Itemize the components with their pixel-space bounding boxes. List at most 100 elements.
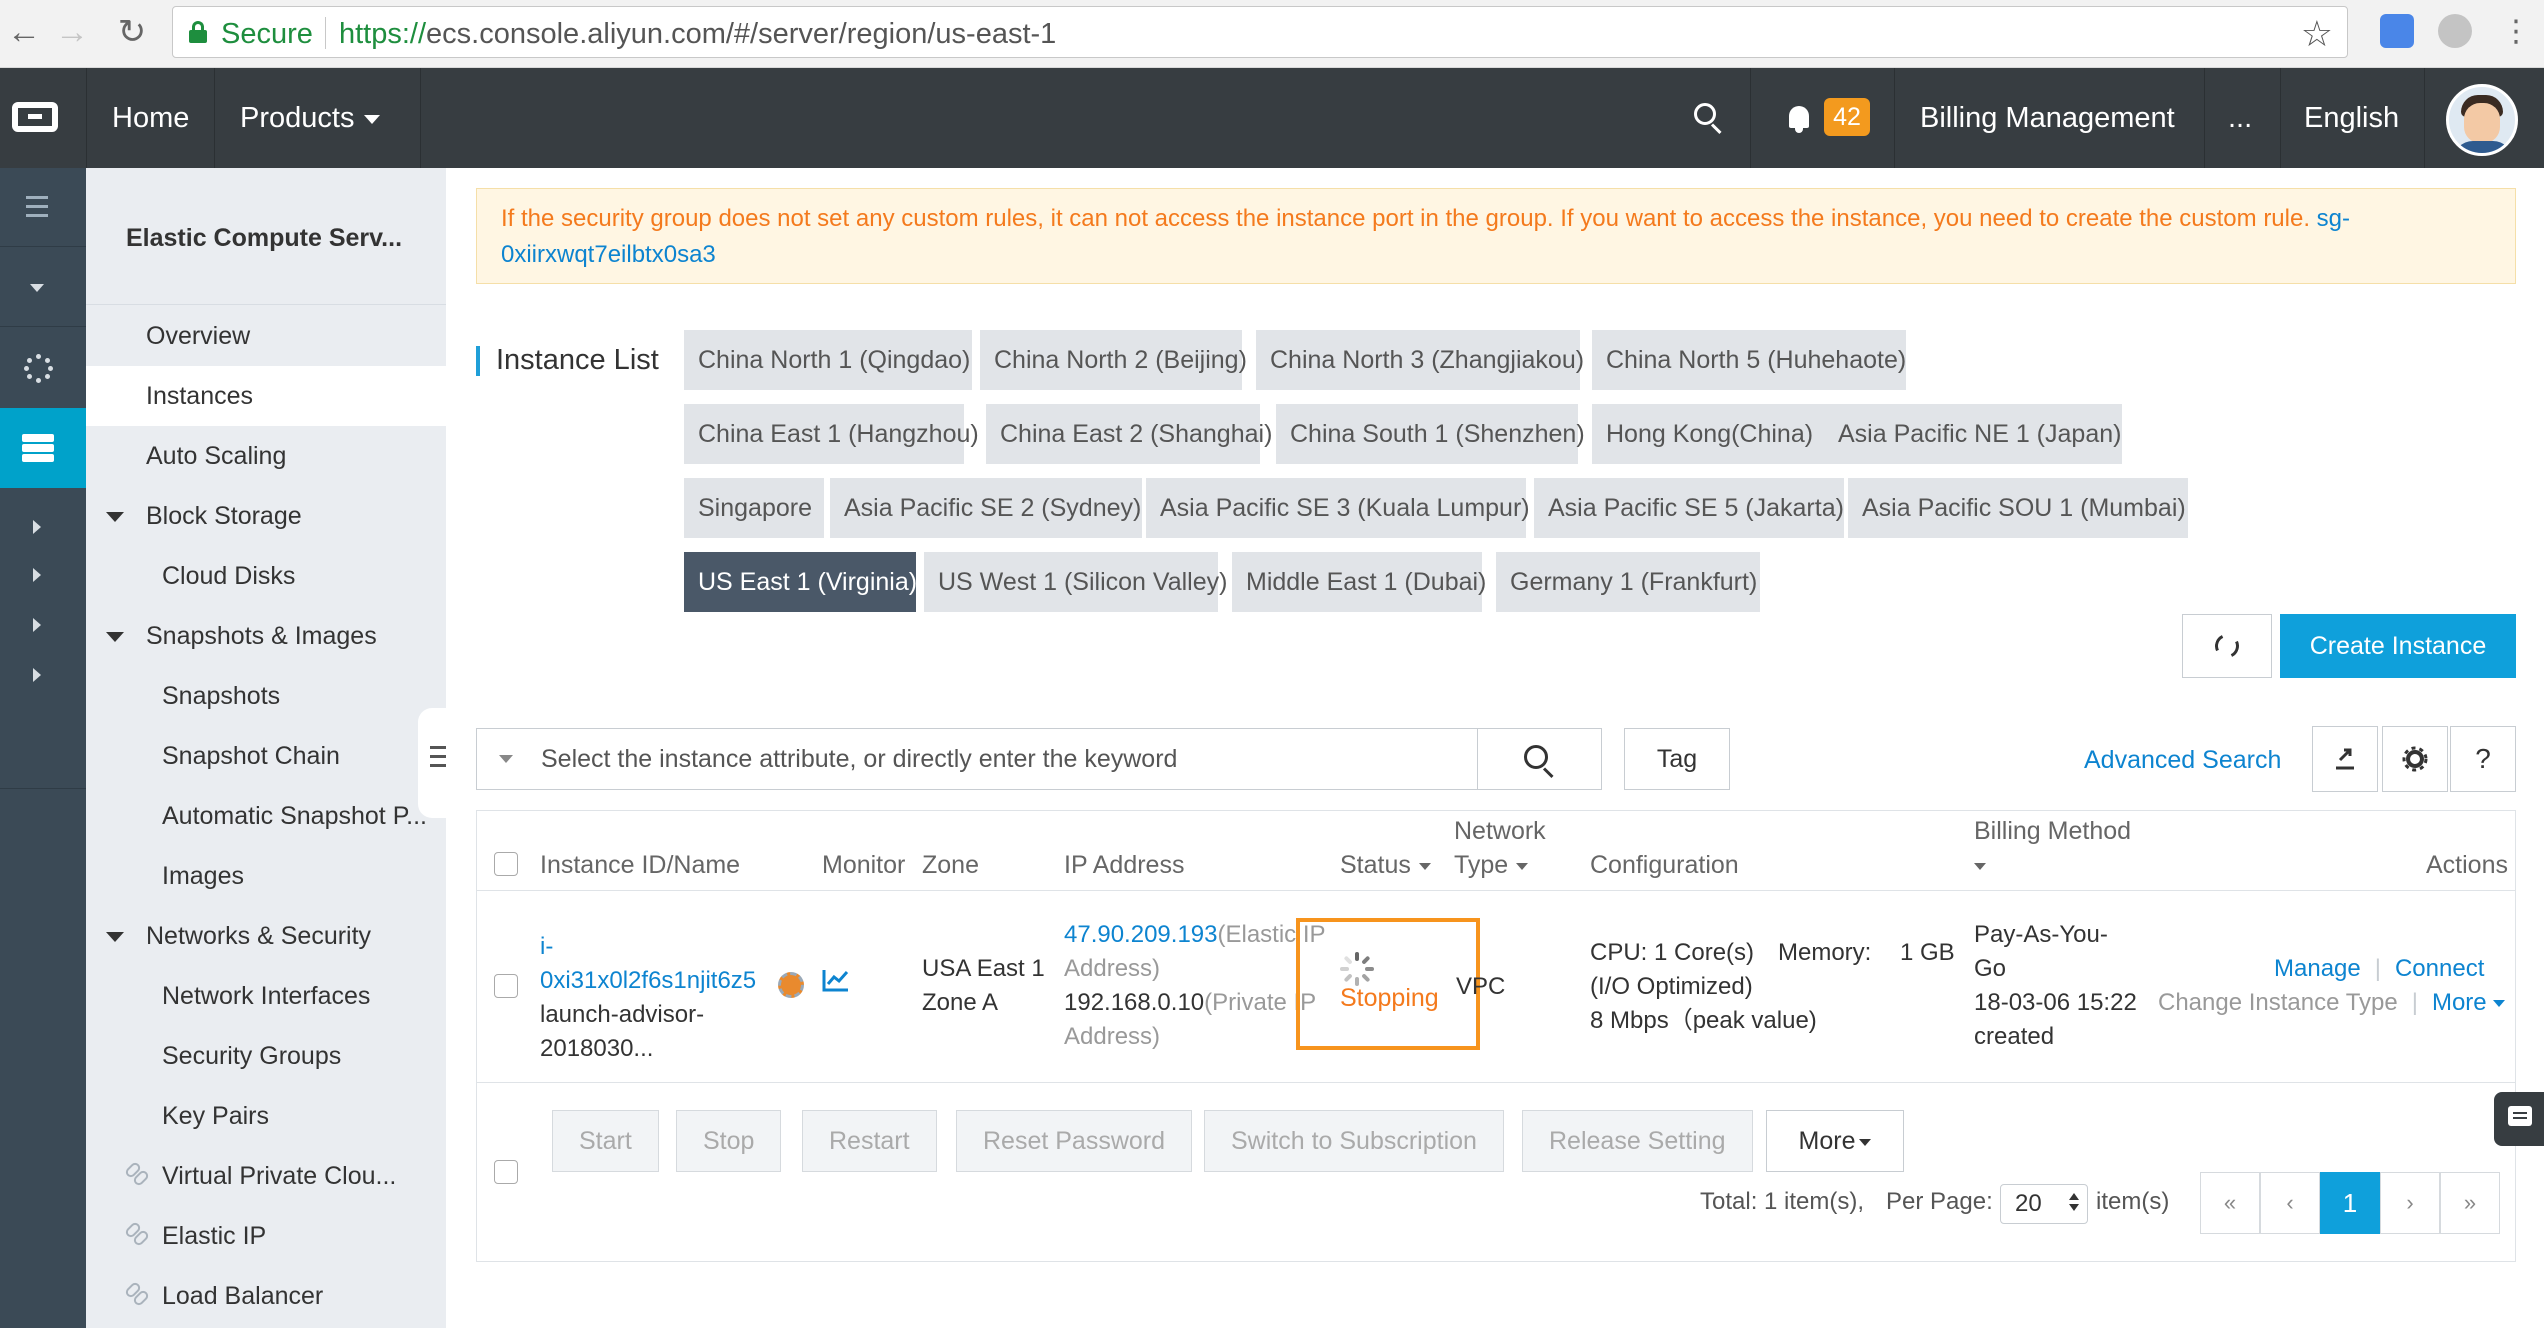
settings-button[interactable]	[2382, 726, 2448, 792]
region-tab-asia-pacific-sou-1[interactable]: Asia Pacific SOU 1 (Mumbai)	[1848, 478, 2188, 538]
gear-icon	[2402, 746, 2428, 772]
sidebar-group-networks-security[interactable]: Networks & Security	[86, 906, 446, 966]
sidebar-item-elastic-ip[interactable]: Elastic IP	[86, 1206, 446, 1266]
release-setting-button[interactable]: Release Setting	[1522, 1110, 1753, 1172]
select-all-checkbox[interactable]	[494, 852, 518, 876]
rail-item-loading[interactable]	[0, 328, 86, 408]
nav-home[interactable]: Home	[112, 68, 189, 168]
rail-item-ecs[interactable]	[0, 408, 86, 488]
row-actions: Manage | Connect	[2274, 955, 2485, 982]
feedback-chat-button[interactable]	[2494, 1092, 2544, 1146]
manage-link[interactable]: Manage	[2274, 955, 2361, 982]
change-instance-type-link[interactable]: Change Instance Type	[2158, 989, 2398, 1016]
sidebar-item-key-pairs[interactable]: Key Pairs	[86, 1086, 446, 1146]
sidebar-item-security-groups[interactable]: Security Groups	[86, 1026, 446, 1086]
monitor-chart-icon[interactable]	[822, 966, 850, 992]
create-instance-button[interactable]: Create Instance	[2280, 614, 2516, 678]
back-arrow-icon[interactable]: ←	[4, 12, 44, 52]
advanced-search-link[interactable]: Advanced Search	[2084, 746, 2281, 775]
sidebar-item-auto-scaling[interactable]: Auto Scaling	[86, 426, 446, 486]
nav-billing-management[interactable]: Billing Management	[1920, 68, 2175, 168]
search-input[interactable]	[541, 729, 1421, 789]
sidebar-item-snapshots[interactable]: Snapshots	[86, 666, 446, 726]
bell-icon[interactable]	[1786, 104, 1812, 134]
sidebar-item-load-balancer[interactable]: Load Balancer	[86, 1266, 446, 1326]
region-tab-china-north-2[interactable]: China North 2 (Beijing)	[980, 330, 1247, 390]
help-button[interactable]: ?	[2450, 726, 2516, 792]
sidebar-item-network-interfaces[interactable]: Network Interfaces	[86, 966, 446, 1026]
switch-to-subscription-button[interactable]: Switch to Subscription	[1204, 1110, 1504, 1172]
restart-button[interactable]: Restart	[802, 1110, 937, 1172]
notification-badge[interactable]: 42	[1824, 98, 1870, 136]
avatar[interactable]	[2446, 84, 2518, 156]
row-checkbox[interactable]	[494, 974, 518, 998]
export-button[interactable]	[2312, 726, 2378, 792]
row-more-dropdown[interactable]: More	[2432, 989, 2505, 1016]
refresh-button[interactable]	[2182, 614, 2272, 678]
bulk-more-button[interactable]: More	[1766, 1110, 1904, 1172]
bulk-select-checkbox[interactable]	[494, 1160, 518, 1184]
start-button[interactable]: Start	[552, 1110, 659, 1172]
reload-icon[interactable]: ↻	[112, 12, 152, 52]
last-page-button[interactable]: »	[2440, 1172, 2500, 1234]
search-button[interactable]	[1478, 728, 1602, 790]
region-tab-china-east-1[interactable]: China East 1 (Hangzhou)	[684, 404, 979, 464]
region-tab-asia-pacific-ne-1[interactable]: Asia Pacific NE 1 (Japan)	[1824, 404, 2122, 464]
nav-products[interactable]: Products	[240, 68, 381, 168]
sidebar-item-cloud-disks[interactable]: Cloud Disks	[86, 546, 446, 606]
sidebar-group-snapshots-images[interactable]: Snapshots & Images	[86, 606, 446, 666]
per-page-stepper[interactable]: 20	[2000, 1184, 2088, 1224]
region-tab-china-north-3[interactable]: China North 3 (Zhangjiakou)	[1256, 330, 1584, 390]
rail-item-4[interactable]	[0, 636, 86, 716]
sidebar-item-automatic-snapshot-policy[interactable]: Automatic Snapshot P...	[86, 786, 446, 846]
prev-page-button[interactable]: ‹	[2260, 1172, 2320, 1234]
next-page-button[interactable]: ›	[2380, 1172, 2440, 1234]
aliyun-logo[interactable]	[0, 68, 86, 168]
region-tab-us-east-1[interactable]: US East 1 (Virginia)	[684, 552, 917, 612]
forward-arrow-icon[interactable]: →	[52, 12, 92, 52]
region-tab-china-north-1[interactable]: China North 1 (Qingdao)	[684, 330, 972, 390]
bookmark-star-icon[interactable]: ☆	[2301, 13, 2333, 55]
col-status-filter[interactable]: Status	[1340, 848, 1431, 882]
col-network-type-filter[interactable]: Type	[1454, 848, 1529, 882]
region-tab-middle-east-1[interactable]: Middle East 1 (Dubai)	[1232, 552, 1486, 612]
language-switcher[interactable]: English	[2304, 68, 2399, 168]
browser-menu-icon[interactable]: ⋮	[2496, 12, 2536, 52]
sidebar-item-vpc[interactable]: Virtual Private Clou...	[86, 1146, 446, 1206]
search-icon[interactable]	[1694, 103, 1722, 135]
instance-id[interactable]: 0xi31x0l2f6s1njit6z5	[540, 964, 756, 998]
region-tab-asia-pacific-se-5[interactable]: Asia Pacific SE 5 (Jakarta)	[1534, 478, 1844, 538]
sidebar-group-block-storage[interactable]: Block Storage	[86, 486, 446, 546]
tag-button[interactable]: Tag	[1624, 728, 1730, 790]
region-tab-germany-1[interactable]: Germany 1 (Frankfurt)	[1496, 552, 1760, 612]
rail-menu-toggle[interactable]	[0, 168, 86, 248]
extension-icon[interactable]	[2438, 14, 2472, 48]
region-tab-china-east-2[interactable]: China East 2 (Shanghai)	[986, 404, 1272, 464]
region-tab-china-north-5[interactable]: China North 5 (Huhehaote)	[1592, 330, 1906, 390]
billing-filter[interactable]	[1974, 848, 1986, 882]
nav-more[interactable]: ...	[2228, 68, 2252, 168]
connect-link[interactable]: Connect	[2395, 955, 2484, 982]
address-bar[interactable]: Secure https://ecs.console.aliyun.com/#/…	[172, 6, 2348, 58]
region-tab-china-south-1[interactable]: China South 1 (Shenzhen)	[1276, 404, 1585, 464]
region-tab-asia-pacific-se-3[interactable]: Asia Pacific SE 3 (Kuala Lumpur)	[1146, 478, 1530, 538]
sidebar-item-overview[interactable]: Overview	[86, 306, 446, 366]
sidebar-item-snapshot-chain[interactable]: Snapshot Chain	[86, 726, 446, 786]
reset-password-button[interactable]: Reset Password	[956, 1110, 1193, 1172]
collapse-sidebar-icon[interactable]	[424, 744, 446, 770]
rail-expand[interactable]	[0, 248, 86, 328]
instance-id-line1[interactable]: i-	[540, 930, 553, 964]
region-tab-us-west-1[interactable]: US West 1 (Silicon Valley)	[924, 552, 1227, 612]
region-tab-asia-pacific-se-2[interactable]: Asia Pacific SE 2 (Sydney)	[830, 478, 1142, 538]
page-1-button[interactable]: 1	[2320, 1172, 2380, 1234]
sidebar-item-images[interactable]: Images	[86, 846, 446, 906]
dropdown-caret-icon[interactable]	[499, 755, 513, 763]
translate-extension-icon[interactable]	[2380, 14, 2414, 48]
stop-button[interactable]: Stop	[676, 1110, 782, 1172]
sidebar-item-instances[interactable]: Instances	[86, 366, 446, 426]
region-tab-hong-kong[interactable]: Hong Kong(China)	[1592, 404, 1832, 464]
gear-icon[interactable]	[778, 972, 804, 998]
url-text[interactable]: https://ecs.console.aliyun.com/#/server/…	[339, 18, 1056, 51]
region-tab-singapore[interactable]: Singapore	[684, 478, 824, 538]
first-page-button[interactable]: «	[2200, 1172, 2260, 1234]
